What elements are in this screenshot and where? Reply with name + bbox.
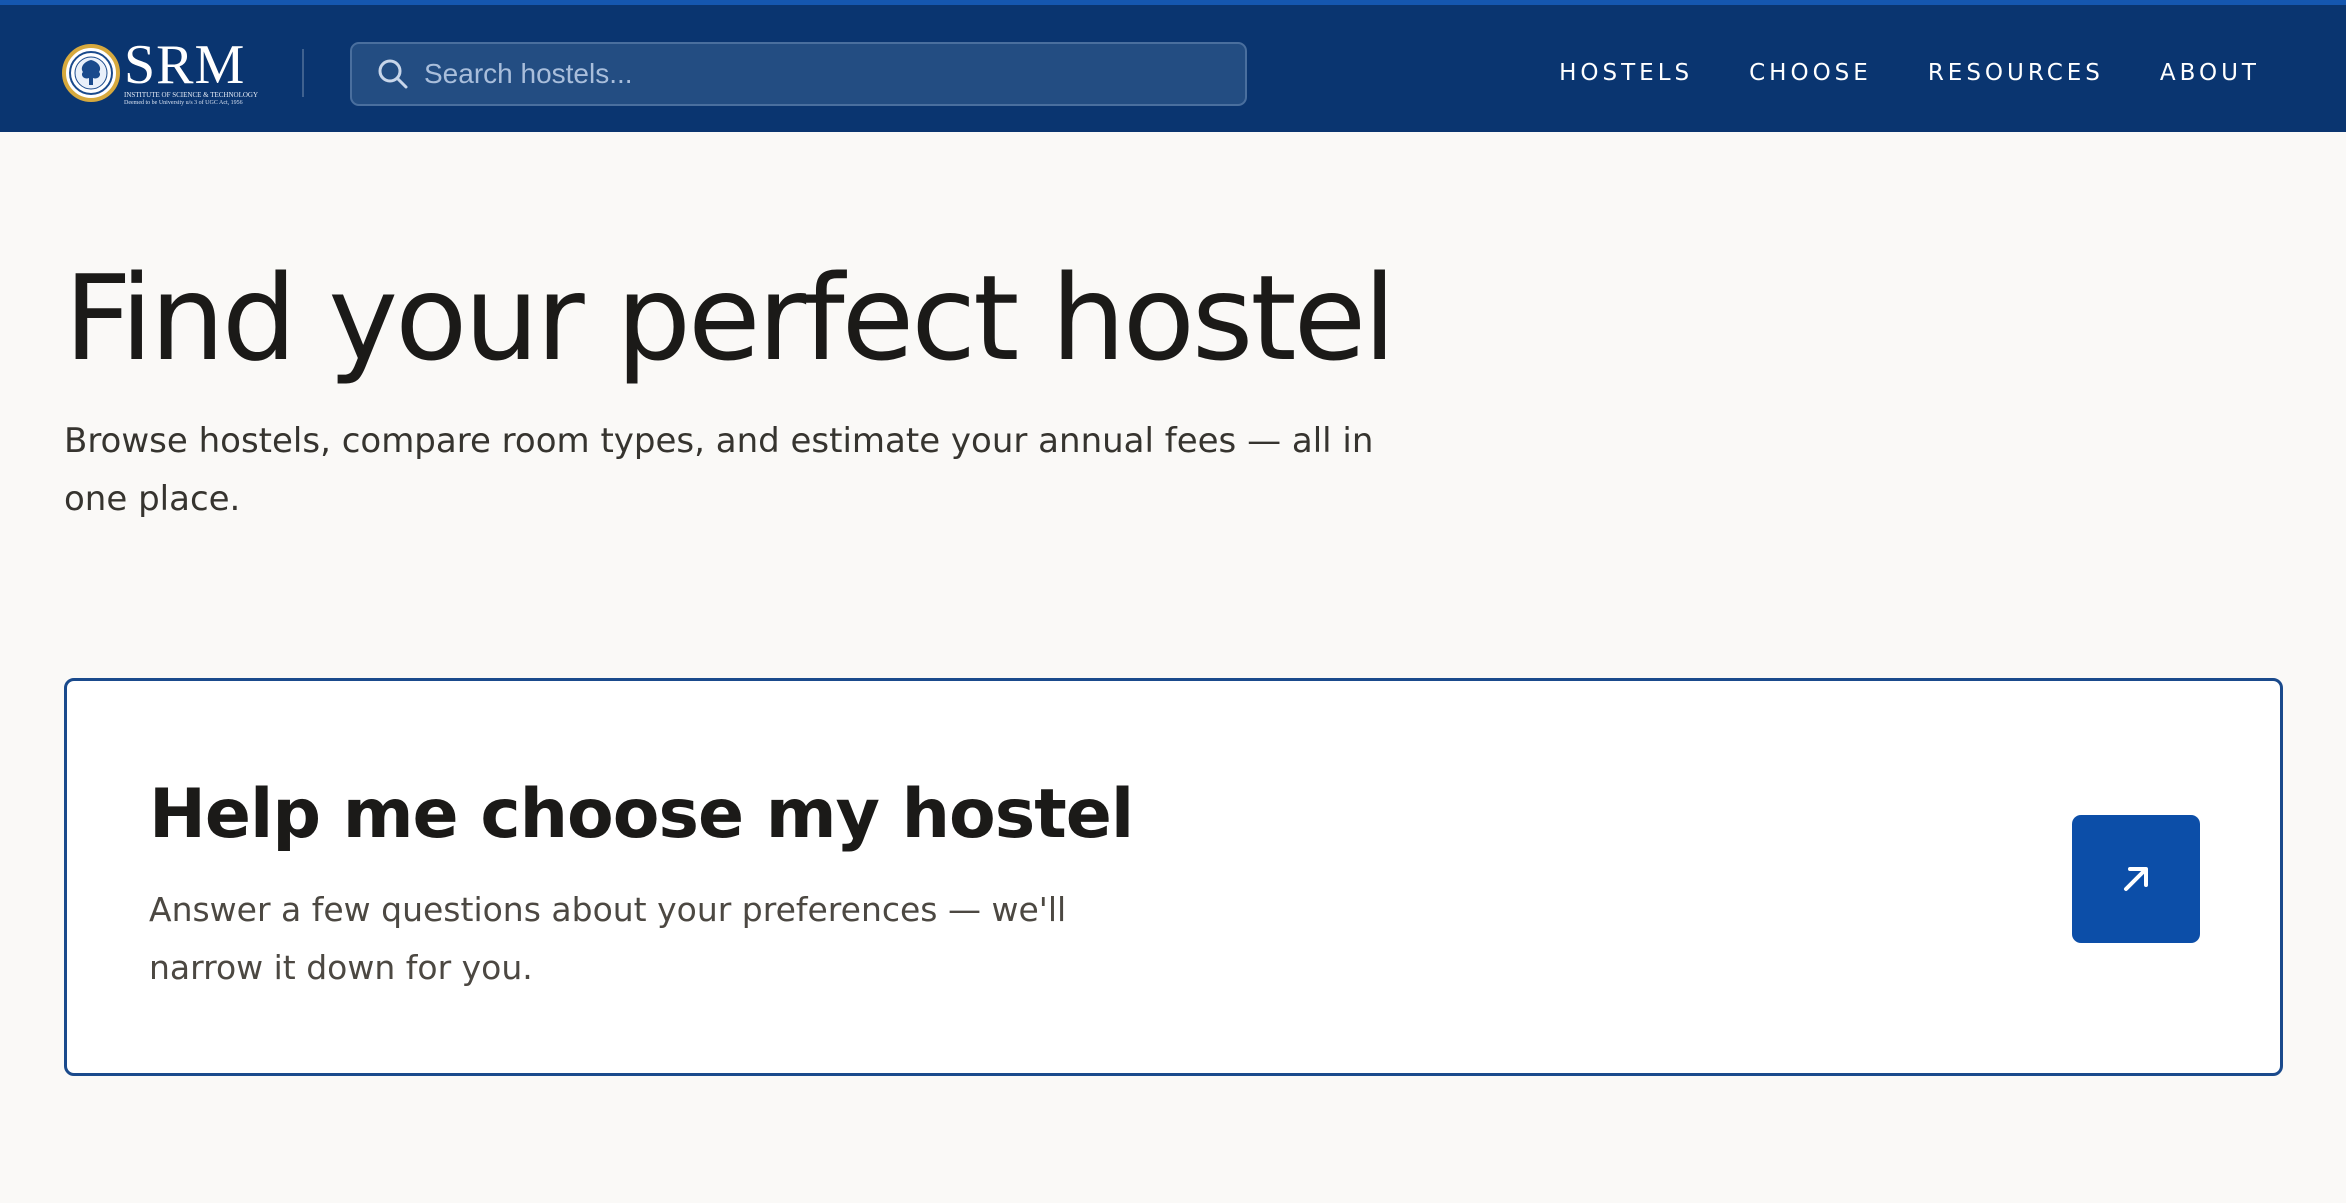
search-input[interactable] bbox=[424, 44, 1245, 104]
choose-hostel-card[interactable]: Help me choose my hostel Answer a few qu… bbox=[64, 678, 2283, 1076]
logo-tagline: Deemed to be University u/s 3 of UGC Act… bbox=[124, 100, 243, 106]
nav-resources[interactable]: RESOURCES bbox=[1928, 60, 2104, 86]
logo-subtitle: INSTITUTE OF SCIENCE & TECHNOLOGY bbox=[124, 91, 259, 99]
nav-about[interactable]: ABOUT bbox=[2160, 60, 2260, 86]
search-icon bbox=[378, 59, 408, 89]
logo-text: SRM INSTITUTE OF SCIENCE & TECHNOLOGY De… bbox=[124, 34, 259, 107]
card-title: Help me choose my hostel bbox=[149, 775, 1134, 854]
main-nav: HOSTELS CHOOSE RESOURCES ABOUT bbox=[1503, 45, 2260, 101]
nav-hostels[interactable]: HOSTELS bbox=[1559, 60, 1693, 86]
university-seal-icon bbox=[62, 44, 120, 102]
nav-choose[interactable]: CHOOSE bbox=[1749, 60, 1872, 86]
hero-section: Find your perfect hostel Browse hostels,… bbox=[64, 248, 1396, 528]
search-box[interactable] bbox=[350, 42, 1247, 106]
header-divider bbox=[302, 49, 304, 97]
arrow-up-right-icon bbox=[2124, 867, 2148, 891]
card-description: Answer a few questions about your prefer… bbox=[149, 890, 1067, 987]
top-navbar: SRM INSTITUTE OF SCIENCE & TECHNOLOGY De… bbox=[0, 0, 2346, 132]
page-subtitle: Browse hostels, compare room types, and … bbox=[64, 421, 1374, 519]
logo-wordmark: SRM bbox=[124, 34, 246, 96]
open-quiz-button[interactable] bbox=[2072, 815, 2200, 943]
srm-logo[interactable]: SRM INSTITUTE OF SCIENCE & TECHNOLOGY De… bbox=[62, 35, 258, 111]
page-title: Find your perfect hostel bbox=[64, 249, 1396, 387]
